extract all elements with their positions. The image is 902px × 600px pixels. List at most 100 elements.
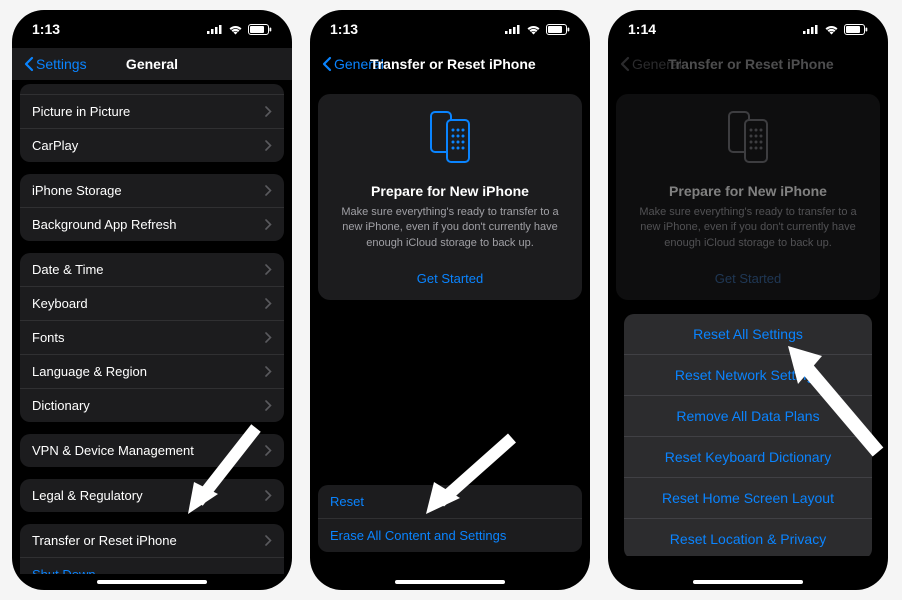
- row-label: Dictionary: [32, 398, 90, 413]
- settings-group: VPN & Device Management: [20, 434, 284, 467]
- status-time: 1:13: [330, 21, 358, 37]
- row-label: Date & Time: [32, 262, 104, 277]
- status-bar: 1:13: [310, 10, 590, 48]
- cellular-icon: [207, 24, 223, 34]
- back-label: Settings: [36, 56, 87, 72]
- nav-bar: General Transfer or Reset iPhone: [608, 48, 888, 80]
- reset-location-privacy-button[interactable]: Reset Location & Privacy: [624, 518, 872, 556]
- chevron-right-icon: [265, 185, 272, 196]
- row-label: iPhone Storage: [32, 183, 122, 198]
- chevron-left-icon: [322, 56, 332, 72]
- list-row[interactable]: CarPlay: [20, 128, 284, 162]
- chevron-left-icon: [620, 56, 630, 72]
- status-icons: [505, 24, 570, 35]
- chevron-right-icon: [265, 106, 272, 117]
- content: Prepare for New iPhone Make sure everyth…: [608, 80, 888, 556]
- battery-icon: [546, 24, 570, 35]
- page-title: Transfer or Reset iPhone: [370, 56, 536, 72]
- phones-illustration-icon: [425, 110, 475, 164]
- chevron-left-icon: [24, 56, 34, 72]
- row-label: Keyboard: [32, 296, 88, 311]
- erase-row[interactable]: Erase All Content and Settings: [318, 518, 582, 552]
- settings-group: Transfer or Reset iPhone Shut Down: [20, 524, 284, 574]
- list-row[interactable]: Background App Refresh: [20, 207, 284, 241]
- transfer-reset-row[interactable]: Transfer or Reset iPhone: [20, 524, 284, 557]
- reset-action-sheet: Reset All Settings Reset Network Setting…: [624, 314, 872, 556]
- home-indicator[interactable]: [395, 580, 505, 584]
- chevron-right-icon: [265, 490, 272, 501]
- row-label: Erase All Content and Settings: [330, 528, 506, 543]
- list-row[interactable]: Language & Region: [20, 354, 284, 388]
- list-row[interactable]: Picture in Picture: [20, 94, 284, 128]
- prepare-card: Prepare for New iPhone Make sure everyth…: [616, 94, 880, 300]
- page-title: General: [126, 56, 178, 72]
- battery-icon: [844, 24, 868, 35]
- list-row-partial: [20, 84, 284, 94]
- row-label: Language & Region: [32, 364, 147, 379]
- row-label: Shut Down: [32, 567, 96, 574]
- list-row[interactable]: Legal & Regulatory: [20, 479, 284, 512]
- list-row[interactable]: Keyboard: [20, 286, 284, 320]
- status-icons: [803, 24, 868, 35]
- row-label: Reset: [330, 494, 364, 509]
- card-title: Prepare for New iPhone: [332, 183, 568, 199]
- list-row[interactable]: iPhone Storage: [20, 174, 284, 207]
- home-indicator[interactable]: [97, 580, 207, 584]
- row-label: Fonts: [32, 330, 65, 345]
- list-row[interactable]: Date & Time: [20, 253, 284, 286]
- settings-list: Picture in Picture CarPlay iPhone Storag…: [12, 80, 292, 574]
- row-label: Picture in Picture: [32, 104, 130, 119]
- list-row[interactable]: Fonts: [20, 320, 284, 354]
- chevron-right-icon: [265, 366, 272, 377]
- transfer-reset-screen: 1:13 General Transfer or Reset iPhone Pr…: [310, 10, 590, 590]
- list-row[interactable]: VPN & Device Management: [20, 434, 284, 467]
- chevron-right-icon: [265, 332, 272, 343]
- home-indicator[interactable]: [693, 580, 803, 584]
- remove-all-data-plans-button[interactable]: Remove All Data Plans: [624, 395, 872, 436]
- content: Prepare for New iPhone Make sure everyth…: [310, 80, 590, 556]
- settings-group: Date & Time Keyboard Fonts Language & Re…: [20, 253, 284, 422]
- get-started-button: Get Started: [630, 265, 866, 288]
- card-title: Prepare for New iPhone: [630, 183, 866, 199]
- status-time: 1:14: [628, 21, 656, 37]
- cellular-icon: [505, 24, 521, 34]
- get-started-button[interactable]: Get Started: [332, 265, 568, 288]
- status-bar: 1:13: [12, 10, 292, 48]
- back-button[interactable]: Settings: [24, 56, 87, 72]
- reset-network-settings-button[interactable]: Reset Network Settings: [624, 354, 872, 395]
- chevron-right-icon: [265, 535, 272, 546]
- row-label: Background App Refresh: [32, 217, 177, 232]
- chevron-right-icon: [265, 264, 272, 275]
- reset-keyboard-dictionary-button[interactable]: Reset Keyboard Dictionary: [624, 436, 872, 477]
- list-row[interactable]: Dictionary: [20, 388, 284, 422]
- status-icons: [207, 24, 272, 35]
- row-label: CarPlay: [32, 138, 78, 153]
- row-label: Legal & Regulatory: [32, 488, 143, 503]
- row-label: VPN & Device Management: [32, 443, 194, 458]
- chevron-right-icon: [265, 298, 272, 309]
- settings-group: Picture in Picture CarPlay: [20, 84, 284, 162]
- chevron-right-icon: [265, 140, 272, 151]
- reset-actionsheet-screen: 1:14 General Transfer or Reset iPhone Pr…: [608, 10, 888, 590]
- general-settings-screen: 1:13 Settings General Picture in Picture…: [12, 10, 292, 590]
- chevron-right-icon: [265, 219, 272, 230]
- status-bar: 1:14: [608, 10, 888, 48]
- nav-bar: Settings General: [12, 48, 292, 80]
- settings-group: iPhone Storage Background App Refresh: [20, 174, 284, 241]
- phones-illustration-icon: [723, 110, 773, 164]
- battery-icon: [248, 24, 272, 35]
- status-time: 1:13: [32, 21, 60, 37]
- shut-down-row[interactable]: Shut Down: [20, 557, 284, 574]
- card-body: Make sure everything's ready to transfer…: [332, 205, 568, 251]
- chevron-right-icon: [265, 445, 272, 456]
- cellular-icon: [803, 24, 819, 34]
- settings-group: Legal & Regulatory: [20, 479, 284, 512]
- reset-all-settings-button[interactable]: Reset All Settings: [624, 314, 872, 354]
- wifi-icon: [824, 24, 839, 35]
- page-title: Transfer or Reset iPhone: [668, 56, 834, 72]
- row-label: Transfer or Reset iPhone: [32, 533, 177, 548]
- reset-row[interactable]: Reset: [318, 485, 582, 518]
- reset-home-screen-layout-button[interactable]: Reset Home Screen Layout: [624, 477, 872, 518]
- chevron-right-icon: [265, 400, 272, 411]
- prepare-card: Prepare for New iPhone Make sure everyth…: [318, 94, 582, 300]
